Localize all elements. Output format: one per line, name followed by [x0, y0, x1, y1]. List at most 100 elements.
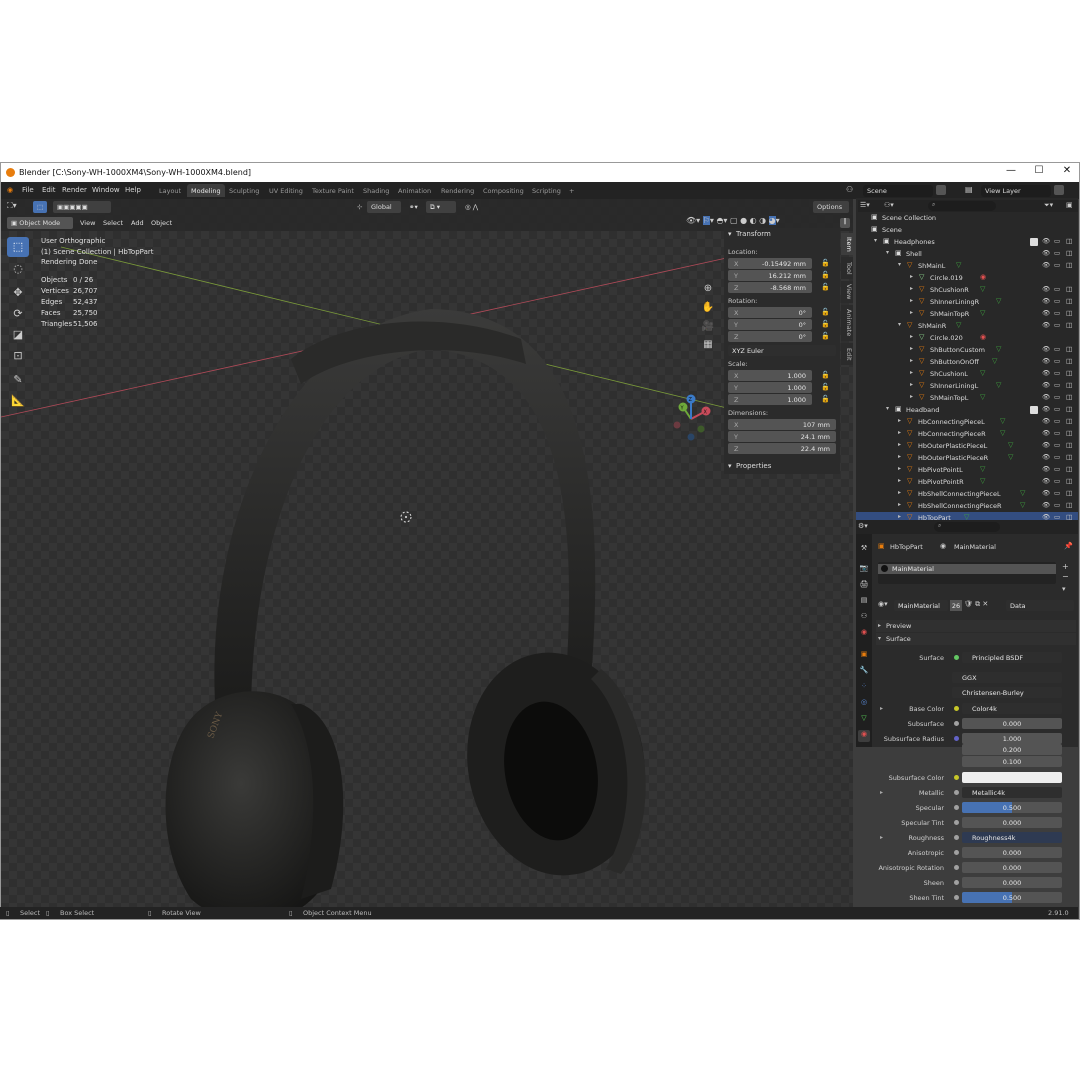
scale-z-field[interactable]: Z 1.000 [728, 394, 812, 405]
eye-icon[interactable]: 👁 [1042, 465, 1050, 473]
camera-icon[interactable]: ▭ [1054, 261, 1060, 269]
socket-dot[interactable] [954, 850, 959, 855]
material-users-count[interactable]: 26 [950, 600, 962, 611]
render-icon[interactable]: ◫ [1066, 393, 1072, 401]
render-icon[interactable]: ◫ [1066, 297, 1072, 305]
browse-material-icon[interactable]: ◉▾ [878, 600, 888, 608]
camera-icon[interactable]: ▭ [1054, 357, 1060, 365]
render-icon[interactable]: ◫ [1066, 453, 1072, 461]
outliner-item[interactable]: ▾ ▣ Shell 👁 ▭ ◫ [856, 248, 1078, 260]
add-workspace-button[interactable]: + [565, 184, 578, 197]
camera-view-icon[interactable]: 🎥 [700, 321, 716, 337]
socket-dot[interactable] [954, 865, 959, 870]
chevron-right-icon[interactable]: ▸ [898, 489, 901, 496]
transform-tool-icon[interactable]: ⊡ [7, 346, 29, 366]
camera-icon[interactable]: ▭ [1054, 501, 1060, 509]
outliner-item[interactable]: ▸ ▽ ShMainTopR ▽ 👁 ▭ ◫ [856, 308, 1078, 320]
chevron-right-icon[interactable]: ▸ [910, 357, 913, 364]
tab-tool[interactable]: Tool [841, 257, 853, 279]
gizmo-neg-x-ball[interactable] [673, 421, 681, 429]
chevron-right-icon[interactable]: ▸ [898, 465, 901, 472]
scale-tool-icon[interactable]: ◪ [7, 325, 29, 345]
eye-icon[interactable]: 👁 [1042, 405, 1050, 413]
fake-user-icon[interactable]: 🛡 ⧉ ✕ [964, 600, 988, 609]
menu-window[interactable]: Window [92, 186, 120, 194]
lock-icon[interactable]: 🔓 [821, 371, 830, 379]
tab-compositing[interactable]: Compositing [479, 184, 528, 197]
number-field[interactable]: 0.100 [962, 756, 1062, 767]
outliner-editor-icon[interactable]: ☰▾ [860, 201, 870, 209]
options-dropdown[interactable]: Options [813, 201, 849, 213]
chevron-down-icon[interactable]: ▾ [874, 237, 877, 244]
outliner-item[interactable]: ▸ ▽ HbConnectingPieceL ▽ 👁 ▭ ◫ [856, 416, 1078, 428]
number-field[interactable]: 0.200 [962, 744, 1062, 755]
camera-icon[interactable]: ▭ [1054, 453, 1060, 461]
material-slot-list[interactable]: MainMaterial [878, 562, 1056, 584]
tab-animate[interactable]: Animate [841, 305, 853, 341]
transform-header[interactable]: Transform [726, 230, 771, 242]
gizmo-neg-z-ball[interactable] [687, 433, 695, 441]
socket-dot[interactable] [954, 721, 959, 726]
transform-pivot-icon[interactable]: ⊹ [353, 201, 365, 213]
minimize-button[interactable]: — [1001, 165, 1021, 179]
tab-item[interactable]: Item [841, 233, 853, 255]
eye-icon[interactable]: 👁 [1042, 369, 1050, 377]
lock-icon[interactable]: 🔓 [821, 320, 830, 328]
pivot-point-icon[interactable]: ⚭▾ [405, 201, 425, 213]
remove-slot-icon[interactable]: − [1062, 572, 1069, 581]
lock-icon[interactable]: 🔓 [821, 395, 830, 403]
rotation-z-field[interactable]: Z 0° [728, 331, 812, 342]
tab-edit[interactable]: Edit [841, 343, 853, 365]
perspective-grid-icon[interactable]: ▦ [700, 339, 716, 355]
properties-header[interactable]: Properties [726, 462, 771, 474]
outliner-search-icon[interactable]: ⌕ [928, 201, 996, 211]
measure-tool-icon[interactable]: 📐 [7, 391, 29, 411]
render-icon[interactable]: ◫ [1066, 477, 1072, 485]
scale-y-field[interactable]: Y 1.000 [728, 382, 812, 393]
scale-x-field[interactable]: X 1.000 [728, 370, 812, 381]
dimension-y-field[interactable]: Y 24.1 mm [728, 431, 836, 442]
outliner-item[interactable]: ▸ ▽ Circle.019 ◉ [856, 272, 1078, 284]
menu-object[interactable]: Object [151, 219, 172, 227]
location-z-field[interactable]: Z -8.568 mm [728, 282, 812, 293]
tab-sculpting[interactable]: Sculpting [225, 184, 263, 197]
socket-dot[interactable] [954, 835, 959, 840]
tab-view[interactable]: View [841, 281, 853, 303]
proportional-edit-icon[interactable]: ◎ ⋀ [461, 201, 483, 213]
tab-scripting[interactable]: Scripting [528, 184, 565, 197]
annotate-tool-icon[interactable]: ✎ [7, 370, 29, 390]
outliner-item[interactable]: ▸ ▽ HbShellConnectingPieceL ▽ 👁 ▭ ◫ [856, 488, 1078, 500]
exclude-checkbox[interactable] [1030, 238, 1038, 246]
socket-dot[interactable] [954, 655, 959, 660]
pin-icon[interactable]: 📌 [1064, 542, 1073, 550]
lock-icon[interactable]: 🔓 [821, 308, 830, 316]
render-icon[interactable]: ◫ [1066, 501, 1072, 509]
world-tab-icon[interactable]: ◉ [858, 628, 870, 640]
render-tab-icon[interactable]: 📷 [858, 564, 870, 576]
outliner-item[interactable]: ▸ ▽ HbShellConnectingPieceR ▽ 👁 ▭ ◫ [856, 500, 1078, 512]
select-box-icon[interactable]: ⬚ [33, 201, 47, 213]
data-tab-icon[interactable]: ▽ [858, 714, 870, 726]
outliner-item[interactable]: ▸ ▽ HbOuterPlasticPieceL ▽ 👁 ▭ ◫ [856, 440, 1078, 452]
surface-panel-header[interactable]: ▾ Surface [876, 633, 1076, 645]
chevron-right-icon[interactable]: ▸ [910, 393, 913, 400]
eye-icon[interactable]: 👁 [1042, 441, 1050, 449]
socket-dot[interactable] [954, 805, 959, 810]
number-field[interactable]: 0.000 [962, 877, 1062, 888]
socket-dot[interactable] [954, 895, 959, 900]
outliner-item[interactable]: ▸ ▽ HbConnectingPieceR ▽ 👁 ▭ ◫ [856, 428, 1078, 440]
render-icon[interactable]: ◫ [1066, 261, 1072, 269]
distribution-dropdown[interactable]: GGX [952, 672, 1062, 683]
surface-shader-field[interactable]: Principled BSDF [962, 652, 1062, 663]
render-icon[interactable]: ◫ [1066, 309, 1072, 317]
chevron-right-icon[interactable]: ▸ [910, 381, 913, 388]
tab-rendering[interactable]: Rendering [437, 184, 478, 197]
camera-icon[interactable]: ▭ [1054, 237, 1060, 245]
location-y-field[interactable]: Y 16.212 mm [728, 270, 812, 281]
eye-icon[interactable]: 👁 [1042, 393, 1050, 401]
modifier-tab-icon[interactable]: 🔧 [858, 666, 870, 678]
eye-icon[interactable]: 👁 [1042, 477, 1050, 485]
render-icon[interactable]: ◫ [1066, 321, 1072, 329]
pan-hand-icon[interactable]: ✋ [700, 302, 716, 318]
rotation-mode-dropdown[interactable]: XYZ Euler [728, 345, 836, 356]
